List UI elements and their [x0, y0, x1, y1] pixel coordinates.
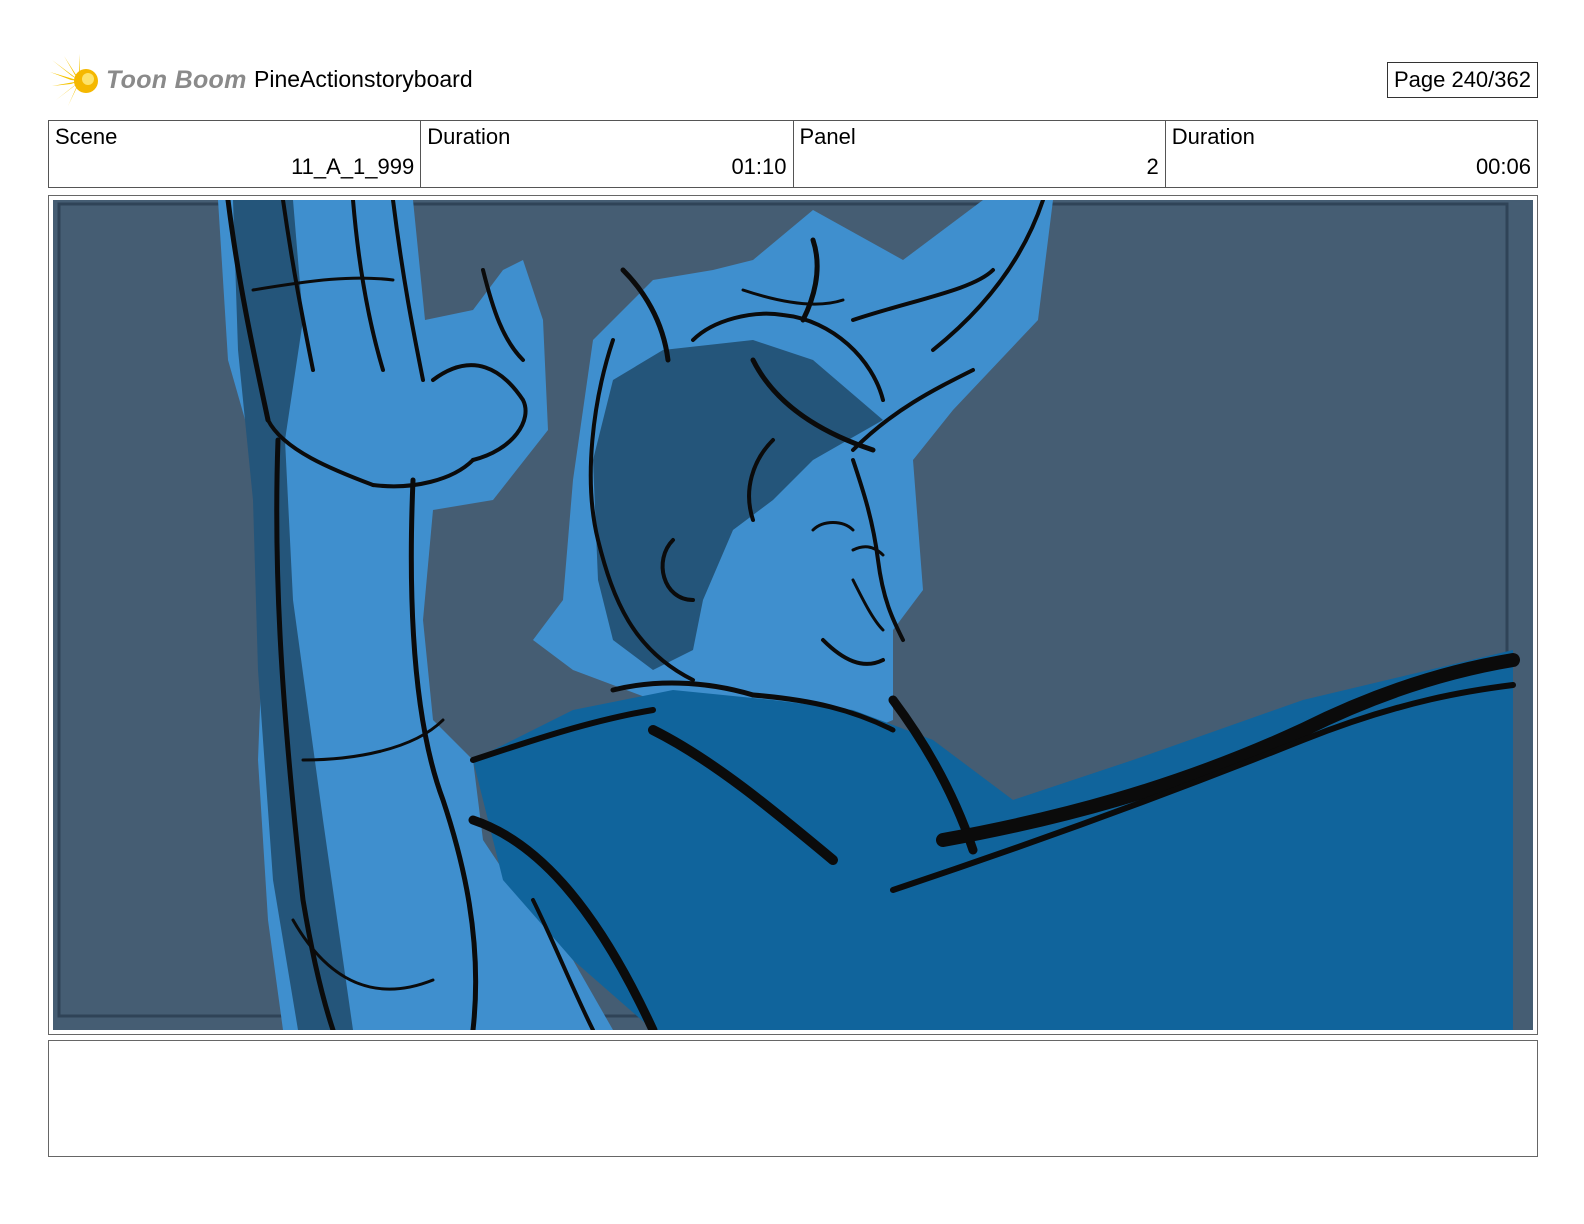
panel-duration-cell: Duration 00:06 — [1166, 121, 1537, 187]
storyboard-panel-frame — [48, 195, 1538, 1035]
panel-duration-value: 00:06 — [1475, 154, 1531, 179]
toon-boom-logo: Toon Boom — [50, 54, 246, 108]
panel-notes-box — [48, 1040, 1538, 1157]
scene-duration-value: 01:10 — [731, 154, 787, 179]
storyboard-panel-image — [53, 200, 1533, 1030]
project-title: PineActionstoryboard — [254, 66, 473, 92]
scene-value: 11_A_1_999 — [291, 154, 415, 179]
panel-cell: Panel 2 — [794, 121, 1166, 187]
scene-cell: Scene 11_A_1_999 — [49, 121, 422, 187]
storyboard-sketch — [53, 200, 1533, 1030]
page-header: Toon Boom PineActionstoryboard Page 240/… — [48, 52, 1538, 108]
toon-boom-sunburst-icon — [50, 54, 98, 106]
panel-value: 2 — [1146, 154, 1159, 179]
scene-duration-cell: Duration 01:10 — [421, 121, 794, 187]
panel-duration-label: Duration — [1171, 124, 1255, 149]
scene-label: Scene — [55, 124, 118, 149]
scene-info-table: Scene 11_A_1_999 Duration 01:10 Panel 2 … — [48, 120, 1538, 188]
logo-text: Toon Boom — [106, 66, 247, 94]
panel-label: Panel — [799, 124, 856, 149]
scene-duration-label: Duration — [427, 124, 511, 149]
page-indicator: Page 240/362 — [1386, 62, 1538, 98]
